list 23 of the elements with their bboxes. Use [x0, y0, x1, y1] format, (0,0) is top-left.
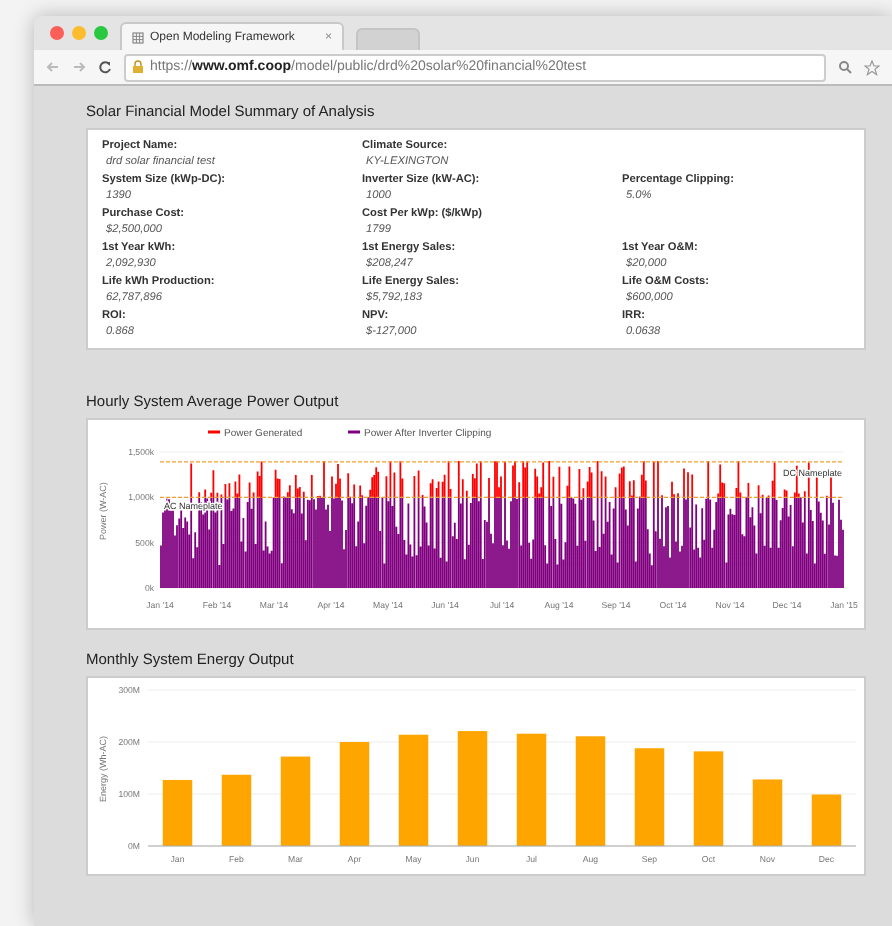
- grid-icon: [132, 31, 144, 43]
- bar: [634, 748, 665, 846]
- bar: [811, 794, 842, 846]
- zoom-light[interactable]: [94, 26, 108, 40]
- bar: [398, 734, 429, 846]
- minimize-light[interactable]: [72, 26, 86, 40]
- reload-icon: [98, 60, 112, 74]
- close-light[interactable]: [50, 26, 64, 40]
- search-icon: [838, 60, 852, 74]
- bar: [221, 774, 252, 846]
- lock-icon: [132, 60, 144, 74]
- new-tab-button[interactable]: [356, 28, 420, 50]
- bar: [575, 736, 606, 846]
- bar: [339, 742, 370, 846]
- bar: [516, 733, 547, 846]
- bar: [280, 756, 311, 846]
- back-icon: [46, 60, 60, 74]
- bar: [162, 779, 193, 846]
- star-icon: [864, 59, 880, 75]
- bar: [693, 751, 724, 846]
- bar: [752, 779, 783, 846]
- bar: [457, 731, 488, 846]
- forward-icon: [72, 60, 86, 74]
